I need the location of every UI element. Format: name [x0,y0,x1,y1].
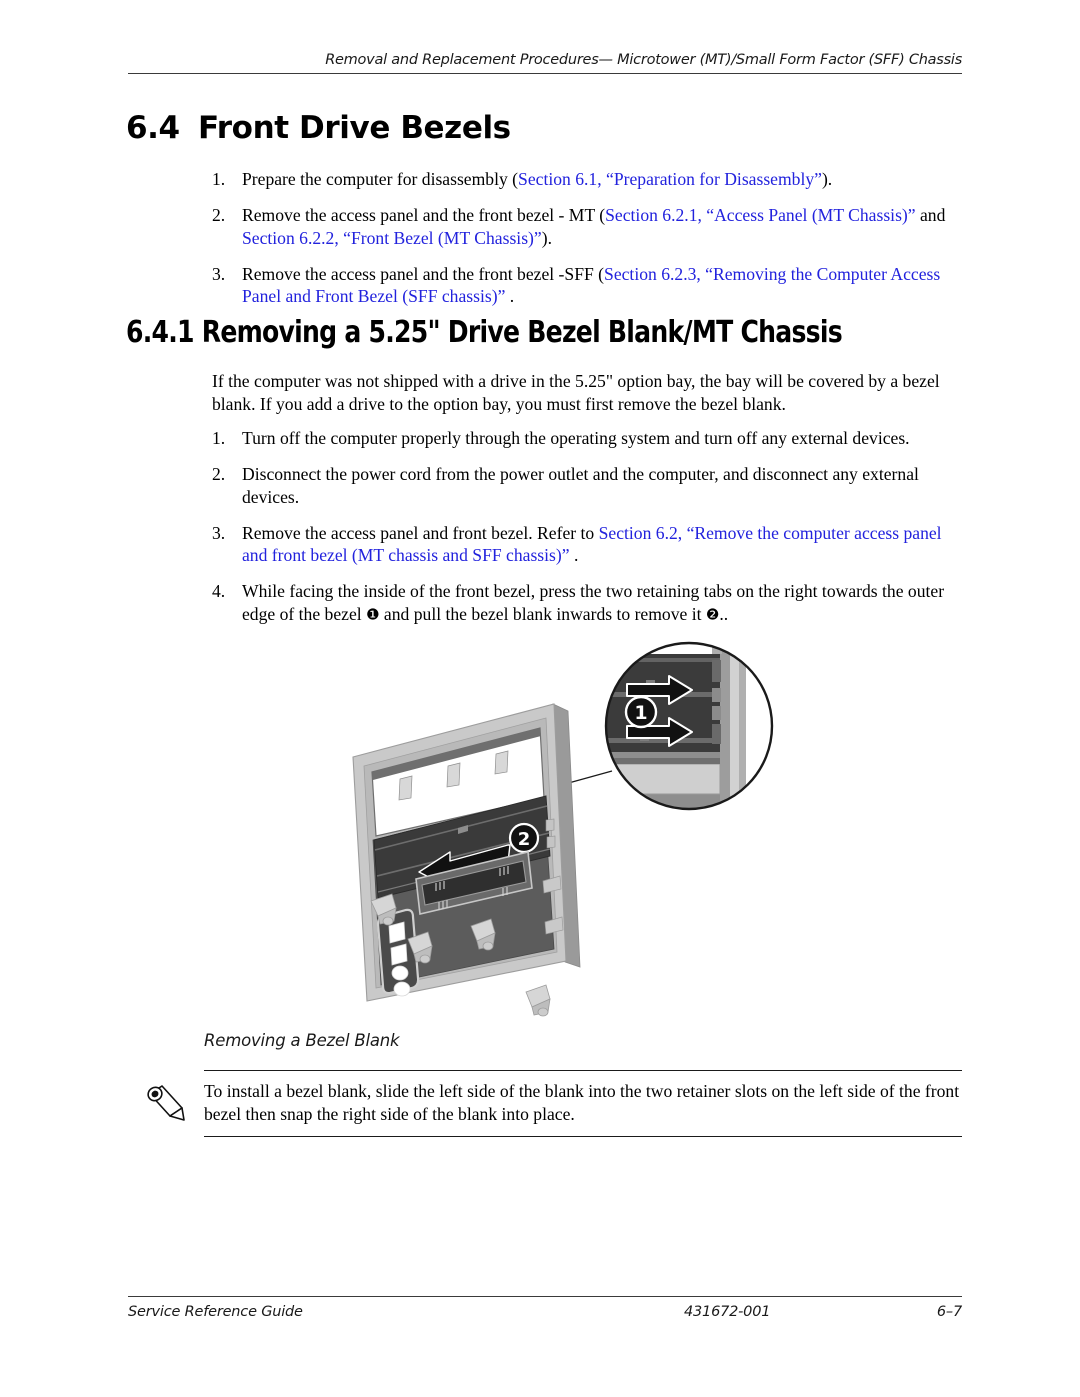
retainer-tab [398,775,413,801]
list-item-marker: 2. [212,463,226,484]
list-item: 4. While facing the inside of the front b… [212,580,960,626]
panel-slot [388,921,406,944]
footer-row: Service Reference Guide 431672-001 6–7 [128,1304,962,1326]
list-item-text: Prepare the computer for disassembly ( [242,169,519,189]
callout-number-inline: ❶ [366,605,380,624]
section-number-6-4: 6.4 [126,110,180,146]
retainer-tab [446,762,461,788]
section-heading-6-4-1: 6.4.1 Removing a 5.25" Drive Bezel Blank… [126,315,843,350]
figure-caption: Removing a Bezel Blank [204,1031,400,1050]
section-6-4-1-step-list: 1. Turn off the computer properly through… [212,427,960,626]
snap-clip [525,984,551,1017]
list-item-text: and [915,204,946,225]
callout-number-inline: ❷ [705,605,720,624]
list-item-text: ). [821,169,833,189]
cross-reference-link[interactable]: Section 6.2.2, “Front Bezel (MT Chassis)… [242,228,542,248]
list-item-text: . [505,286,515,307]
panel-slot [390,943,408,966]
note-text: To install a bezel blank, slide the left… [204,1081,960,1124]
ordered-list: 1. Prepare the computer for disassembly (… [212,168,960,308]
list-item-text: . [569,545,579,566]
pencil-icon [142,1083,188,1125]
figure-removing-bezel-blank: 2 1 [340,640,810,1030]
section-6-4-step-list: 1. Prepare the computer for disassembly (… [212,168,960,308]
note-box: To install a bezel blank, slide the left… [147,1070,962,1137]
list-item: 2. Remove the access panel and the front … [212,204,960,250]
section-title-6-4: Front Drive Bezels [198,110,511,146]
document-page: Removal and Replacement Procedures— Micr… [0,0,1080,1397]
list-item-text: Remove the access panel and front bezel.… [242,522,599,543]
callout-1-label: 1 [634,702,647,724]
list-item: 2. Disconnect the power cord from the pow… [212,463,960,509]
list-item: 1. Prepare the computer for disassembly (… [212,168,960,191]
front-bezel-illustration: 2 [352,703,581,1017]
list-item-marker: 3. [212,522,226,543]
blank-tab-nub [545,818,555,832]
running-header: Removal and Replacement Procedures— Micr… [128,52,962,74]
panel-hole [393,981,411,997]
section-heading-6-4: 6.4 Front Drive Bezels [126,110,511,146]
list-item-text: Disconnect the power cord from the power… [242,463,919,507]
footer-part-number: 431672-001 [684,1304,771,1320]
callout-detail-circle: 1 [604,641,774,811]
list-item: 3. Remove the access panel and front beze… [212,522,960,568]
list-item-marker: 1. [212,428,226,448]
list-item-text: Remove the access panel and the front be… [242,204,606,225]
running-header-title: Removal and Replacement Procedures— Micr… [325,52,962,68]
header-rule [128,73,962,74]
list-item-text: .. [719,604,729,625]
list-item-text: ). [541,227,552,248]
note-rule-bottom [204,1135,962,1137]
cross-reference-link[interactable]: Section 6.2.1, “Access Panel (MT Chassis… [605,205,915,225]
callout-badge-2: 2 [508,822,540,854]
list-item: 3. Remove the access panel and the front … [212,263,960,309]
footer-guide-title: Service Reference Guide [128,1304,303,1320]
retainer-tab [494,750,509,775]
callout-2-label: 2 [518,829,531,850]
blank-tab-nub [546,835,556,849]
list-item-marker: 3. [212,263,226,284]
footer-page-number: 6–7 [936,1304,962,1320]
list-item-text: Remove the access panel and the front be… [242,263,605,284]
list-item-text: and pull the bezel blank inwards to remo… [379,604,706,625]
cross-reference-link[interactable]: Section 6.1, “Preparation for Disassembl… [518,169,822,189]
list-item: 1. Turn off the computer properly through… [212,427,960,450]
list-item-marker: 4. [212,581,226,602]
list-item-text: Turn off the computer properly through t… [242,428,910,448]
ordered-list: 1. Turn off the computer properly through… [212,427,960,626]
list-item-marker: 2. [212,204,226,225]
list-item-marker: 1. [212,169,226,189]
intro-paragraph: If the computer was not shipped with a d… [212,371,940,414]
footer-rule [128,1296,962,1297]
page-footer: Service Reference Guide 431672-001 6–7 [128,1296,962,1326]
section-6-4-1-intro: If the computer was not shipped with a d… [212,370,960,416]
panel-hole [391,965,409,981]
note-body: To install a bezel blank, slide the left… [147,1071,962,1136]
